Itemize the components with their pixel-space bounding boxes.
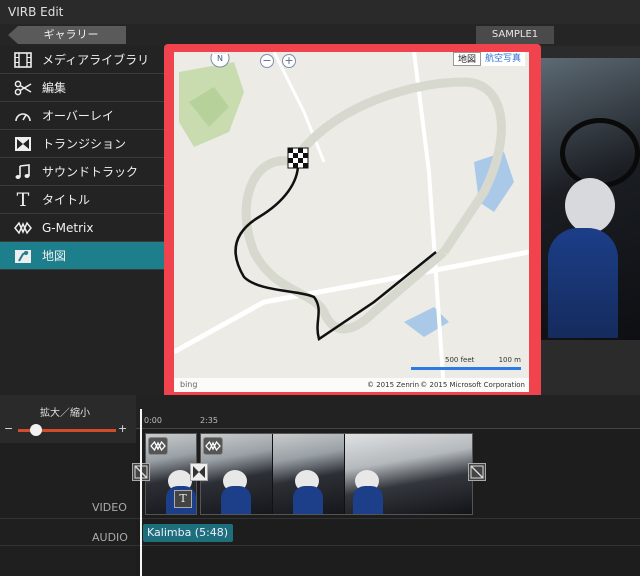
sidebar-item-label: サウンドトラック xyxy=(42,165,139,179)
transition-slot-icon[interactable] xyxy=(468,463,486,481)
map-canvas xyxy=(174,52,529,392)
map-scale: 500 feet 100 m xyxy=(411,356,521,370)
video-clip-2[interactable] xyxy=(200,433,473,515)
zoom-in-button[interactable]: + xyxy=(118,422,127,435)
top-strip: ギャラリー SAMPLE1 xyxy=(0,24,640,46)
driver-suit xyxy=(548,228,618,338)
compass-control[interactable]: N xyxy=(206,54,236,70)
track-divider xyxy=(0,518,640,519)
map-type-aerial-button[interactable]: 航空写真 xyxy=(481,52,525,66)
map-type-road-button[interactable]: 地図 xyxy=(452,52,481,66)
sidebar-item-overlay[interactable]: オーバーレイ xyxy=(0,102,164,130)
map-type-switch: 地図 航空写真 xyxy=(452,52,525,66)
sidebar-item-label: 地図 xyxy=(42,249,67,263)
gauge-icon xyxy=(12,106,34,126)
steering-wheel xyxy=(560,118,640,188)
sidebar-item-gmetrix[interactable]: G-Metrix xyxy=(0,214,164,242)
circuit-road xyxy=(241,156,447,334)
music-note-icon xyxy=(12,162,34,182)
map-modal: N − + 地図 航空写真 500 feet 100 m bing © 2015… xyxy=(164,44,541,399)
copyright-microsoft: © 2015 Microsoft Corporation xyxy=(420,381,525,389)
scale-meter-label: 100 m xyxy=(498,356,521,364)
timeline-ruler[interactable]: 0:00 2:35 xyxy=(136,395,640,429)
title-slot-button[interactable]: T xyxy=(174,490,192,508)
gallery-back-button[interactable]: ギャラリー xyxy=(8,26,126,44)
clip-thumbnail xyxy=(273,434,345,514)
sidebar-item-soundtrack[interactable]: サウンドトラック xyxy=(0,158,164,186)
title-t-icon: T xyxy=(16,188,30,211)
map-zoom-out-button[interactable]: − xyxy=(260,54,274,68)
copyright-zenrin: © 2015 Zenrin xyxy=(367,381,420,389)
video-preview-frame xyxy=(540,58,640,340)
map-view[interactable]: N − + 地図 航空写真 500 feet 100 m bing © 2015… xyxy=(174,52,529,392)
audio-track-label: AUDIO xyxy=(92,531,128,544)
sidebar-item-edit[interactable]: 編集 xyxy=(0,74,164,102)
track-divider xyxy=(0,545,640,546)
sidebar-item-title[interactable]: T タイトル xyxy=(0,186,164,214)
transition-icon xyxy=(12,134,34,154)
film-icon xyxy=(12,50,34,70)
playhead[interactable] xyxy=(140,409,142,576)
timeline-zoom-control: 拡大／縮小 − + xyxy=(0,395,136,443)
bing-logo: bing xyxy=(180,380,198,389)
gmetrix-badge-icon xyxy=(148,437,168,455)
sidebar-item-label: 編集 xyxy=(42,81,67,95)
scissors-icon xyxy=(12,78,34,98)
checkered-flag-icon xyxy=(287,147,309,169)
sidebar-item-label: トランジション xyxy=(42,137,127,151)
transition-applied-icon[interactable] xyxy=(190,463,208,481)
project-name-tab[interactable]: SAMPLE1 xyxy=(476,26,554,44)
map-icon xyxy=(12,246,34,266)
gmetrix-badge-icon xyxy=(203,437,223,455)
driver-helmet xyxy=(565,178,615,233)
map-copyright: bing © 2015 Zenrin © 2015 Microsoft Corp… xyxy=(174,378,529,392)
road xyxy=(272,52,326,163)
gps-track xyxy=(234,161,437,341)
title-bar: VIRB Edit xyxy=(0,0,640,24)
pond xyxy=(404,307,449,337)
sidebar-item-label: オーバーレイ xyxy=(42,109,114,123)
audio-clip[interactable]: Kalimba (5:48) xyxy=(143,524,233,542)
gmetrix-icon xyxy=(12,218,34,238)
sidebar-item-media-library[interactable]: メディアライブラリ xyxy=(0,46,164,74)
map-zoom-in-button[interactable]: + xyxy=(282,54,296,68)
zoom-slider-thumb[interactable] xyxy=(30,424,42,436)
road xyxy=(174,249,529,355)
sidebar-item-map[interactable]: 地図 xyxy=(0,242,164,270)
clip-thumbnail xyxy=(345,434,472,514)
sidebar-item-transition[interactable]: トランジション xyxy=(0,130,164,158)
circuit-road xyxy=(290,77,506,255)
video-track-label: VIDEO xyxy=(92,501,127,514)
sidebar-item-label: メディアライブラリ xyxy=(42,53,150,67)
zoom-out-button[interactable]: − xyxy=(4,422,13,435)
compass-north-label: N xyxy=(217,54,223,63)
scale-bar xyxy=(411,367,521,370)
ruler-tick: 2:35 xyxy=(200,416,218,425)
app-title: VIRB Edit xyxy=(8,5,64,19)
ruler-tick: 0:00 xyxy=(144,416,162,425)
zoom-label: 拡大／縮小 xyxy=(40,408,90,419)
road xyxy=(412,52,446,392)
sidebar-item-label: タイトル xyxy=(42,193,91,207)
sidebar: メディアライブラリ 編集 オーバーレイ トランジション サウンドトラック T タ… xyxy=(0,46,164,395)
scale-feet-label: 500 feet xyxy=(445,356,475,364)
sidebar-item-label: G-Metrix xyxy=(42,220,94,235)
